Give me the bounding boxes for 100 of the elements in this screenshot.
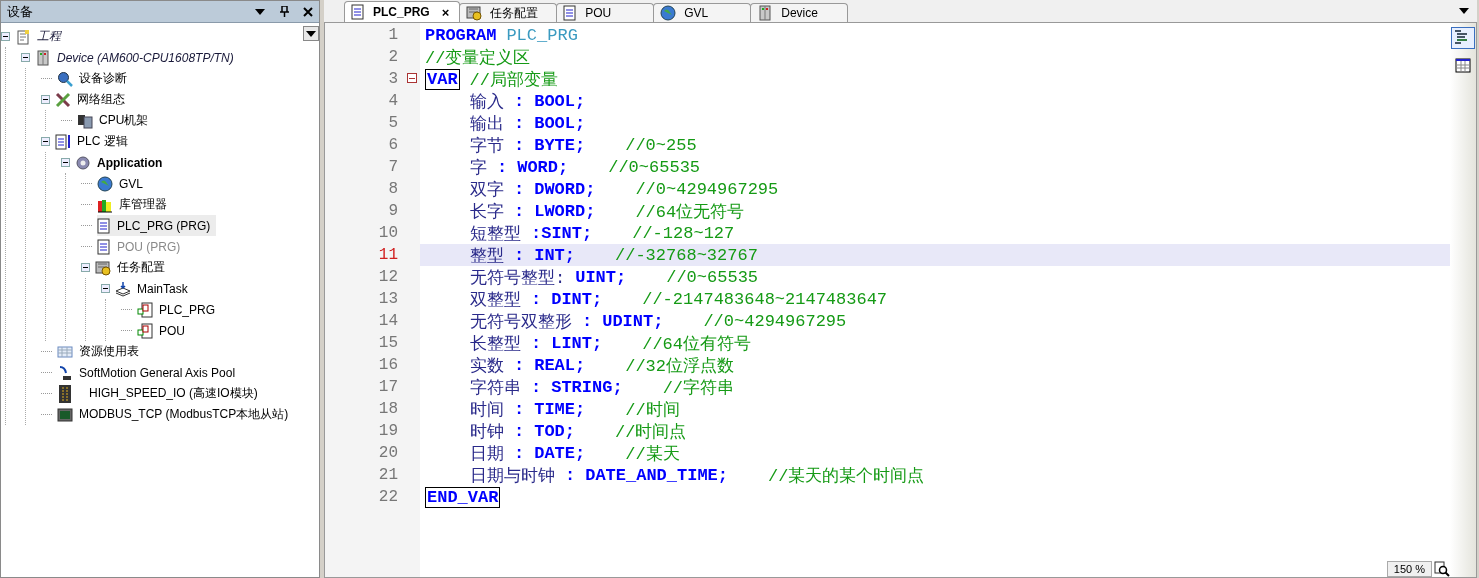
code-line: 时钟 : TOD; //时间点 [469, 420, 688, 442]
dropdown-icon[interactable] [1459, 8, 1469, 14]
code-line: 长整型 : LINT; //64位有符号 [469, 332, 753, 354]
text-view-icon[interactable] [1451, 27, 1475, 49]
module-icon [57, 383, 73, 404]
collapse-toggle[interactable] [1, 32, 10, 41]
editor-tab[interactable]: POU [556, 3, 655, 22]
gear-icon [466, 5, 483, 21]
line-number: 17 [378, 378, 398, 396]
collapse-toggle[interactable] [41, 95, 50, 104]
code-line: 字节 : BYTE; //0~255 [469, 134, 698, 156]
line-number: 3 [388, 70, 398, 88]
tree-item[interactable]: 设备诊断 [57, 68, 133, 89]
tree-item[interactable]: GVL [97, 173, 149, 194]
globe-icon [660, 5, 677, 21]
collapse-toggle[interactable] [81, 263, 90, 272]
line-number: 18 [378, 400, 398, 418]
code-line: 日期与时钟 : DATE_AND_TIME; //某天的某个时间点 [469, 464, 926, 486]
tools-icon [55, 91, 71, 108]
code-line: 字 : WORD; //0~65535 [469, 156, 702, 178]
tree-item[interactable]: MODBUS_TCP (ModbusTCP本地从站) [57, 404, 295, 425]
tree-item[interactable]: 工程 [15, 26, 67, 47]
line-number: 21 [378, 466, 398, 484]
line-number: 5 [388, 114, 398, 132]
code-line: 长字 : LWORD; //64位无符号 [469, 200, 746, 222]
tree-item[interactable]: PLC 逻辑 [55, 131, 134, 152]
tree-item[interactable]: MainTask [115, 278, 194, 299]
code-line: 时间 : TIME; //时间 [469, 398, 681, 420]
device-icon [35, 49, 51, 66]
code-line: 输出 : BOOL; [469, 112, 587, 134]
axis-icon [57, 364, 73, 381]
code-line: 字符串 : STRING; //字符串 [469, 376, 736, 398]
close-tab-button[interactable]: × [441, 4, 450, 20]
line-number: 4 [388, 92, 398, 110]
line-number: 13 [378, 290, 398, 308]
code-line: 输入 : BOOL; [469, 90, 587, 112]
line-number: 2 [388, 48, 398, 66]
code-line: 日期 : DATE; //某天 [469, 442, 681, 464]
line-number: 16 [378, 356, 398, 374]
tree-item[interactable]: PLC_PRG [137, 299, 222, 320]
document-icon [351, 4, 365, 20]
collapse-toggle[interactable] [61, 158, 70, 167]
tree-item[interactable]: 网络组态 [55, 89, 131, 110]
tree-item[interactable]: POU [137, 320, 191, 341]
editor-tab[interactable]: PLC_PRG × [344, 1, 461, 22]
fold-toggle[interactable] [407, 73, 417, 83]
collapse-toggle[interactable] [21, 53, 30, 62]
line-number: 9 [388, 202, 398, 220]
pin-icon[interactable] [277, 4, 291, 19]
dropdown-button[interactable] [303, 26, 319, 41]
tree-item[interactable]: Application [75, 152, 169, 173]
document-icon [97, 217, 111, 234]
line-number: 15 [378, 334, 398, 352]
collapse-toggle[interactable] [101, 284, 110, 293]
document-icon [55, 133, 71, 150]
magnifier-icon [57, 70, 73, 87]
tree-item[interactable]: HIGH_SPEED_IO (高速IO模块) [57, 383, 264, 404]
caret-icon [306, 30, 316, 37]
line-number: 12 [378, 268, 398, 286]
tree-item[interactable]: 资源使用表 [57, 341, 145, 362]
gear-icon [95, 259, 111, 276]
document-icon [137, 322, 153, 339]
line-number: 6 [388, 136, 398, 154]
panel-title: 设备 [7, 2, 34, 21]
code-line: PROGRAM PLC_PRG [424, 24, 579, 46]
editor-tab[interactable]: 任务配置 [459, 3, 558, 22]
monitor-icon [57, 406, 73, 423]
line-number: 7 [388, 158, 398, 176]
tree-item[interactable]: PLC_PRG (PRG) [97, 215, 217, 236]
rack-icon [77, 112, 93, 129]
tree-item[interactable]: 库管理器 [97, 194, 173, 215]
collapse-toggle[interactable] [41, 137, 50, 146]
zoom-icon[interactable] [1434, 561, 1450, 577]
document-icon [563, 5, 578, 21]
line-number: 20 [378, 444, 398, 462]
line-number: 8 [388, 180, 398, 198]
code-line: 短整型 :SINT; //-128~127 [469, 222, 736, 244]
zoom-level[interactable]: 150 % [1386, 561, 1432, 577]
editor-tab[interactable]: GVL [653, 3, 752, 22]
code-line: VAR //局部变量 [424, 68, 559, 90]
document-icon [15, 28, 31, 45]
table-view-icon[interactable] [1452, 55, 1474, 76]
layers-icon [115, 280, 131, 297]
close-icon[interactable] [301, 4, 315, 19]
tree-item[interactable]: SoftMotion General Axis Pool [57, 362, 242, 383]
editor-tab[interactable]: Device [750, 3, 849, 22]
tree-item[interactable]: Device (AM600-CPU1608TP/TN) [35, 47, 240, 68]
document-icon [137, 301, 153, 318]
line-number: 11 [378, 246, 398, 264]
code-line: 无符号整型: UINT; //0~65535 [469, 266, 760, 288]
line-number: 22 [378, 488, 398, 506]
tree-item[interactable]: 任务配置 [95, 257, 171, 278]
code-line: 双整型 : DINT; //-2147483648~2147483647 [469, 288, 889, 310]
line-number: 1 [388, 26, 398, 44]
gear-icon [75, 154, 91, 171]
table-icon [57, 343, 73, 360]
code-line: //变量定义区 [424, 47, 532, 68]
tree-item[interactable]: CPU机架 [77, 110, 155, 131]
line-number: 10 [378, 224, 398, 242]
globe-icon [97, 175, 113, 192]
